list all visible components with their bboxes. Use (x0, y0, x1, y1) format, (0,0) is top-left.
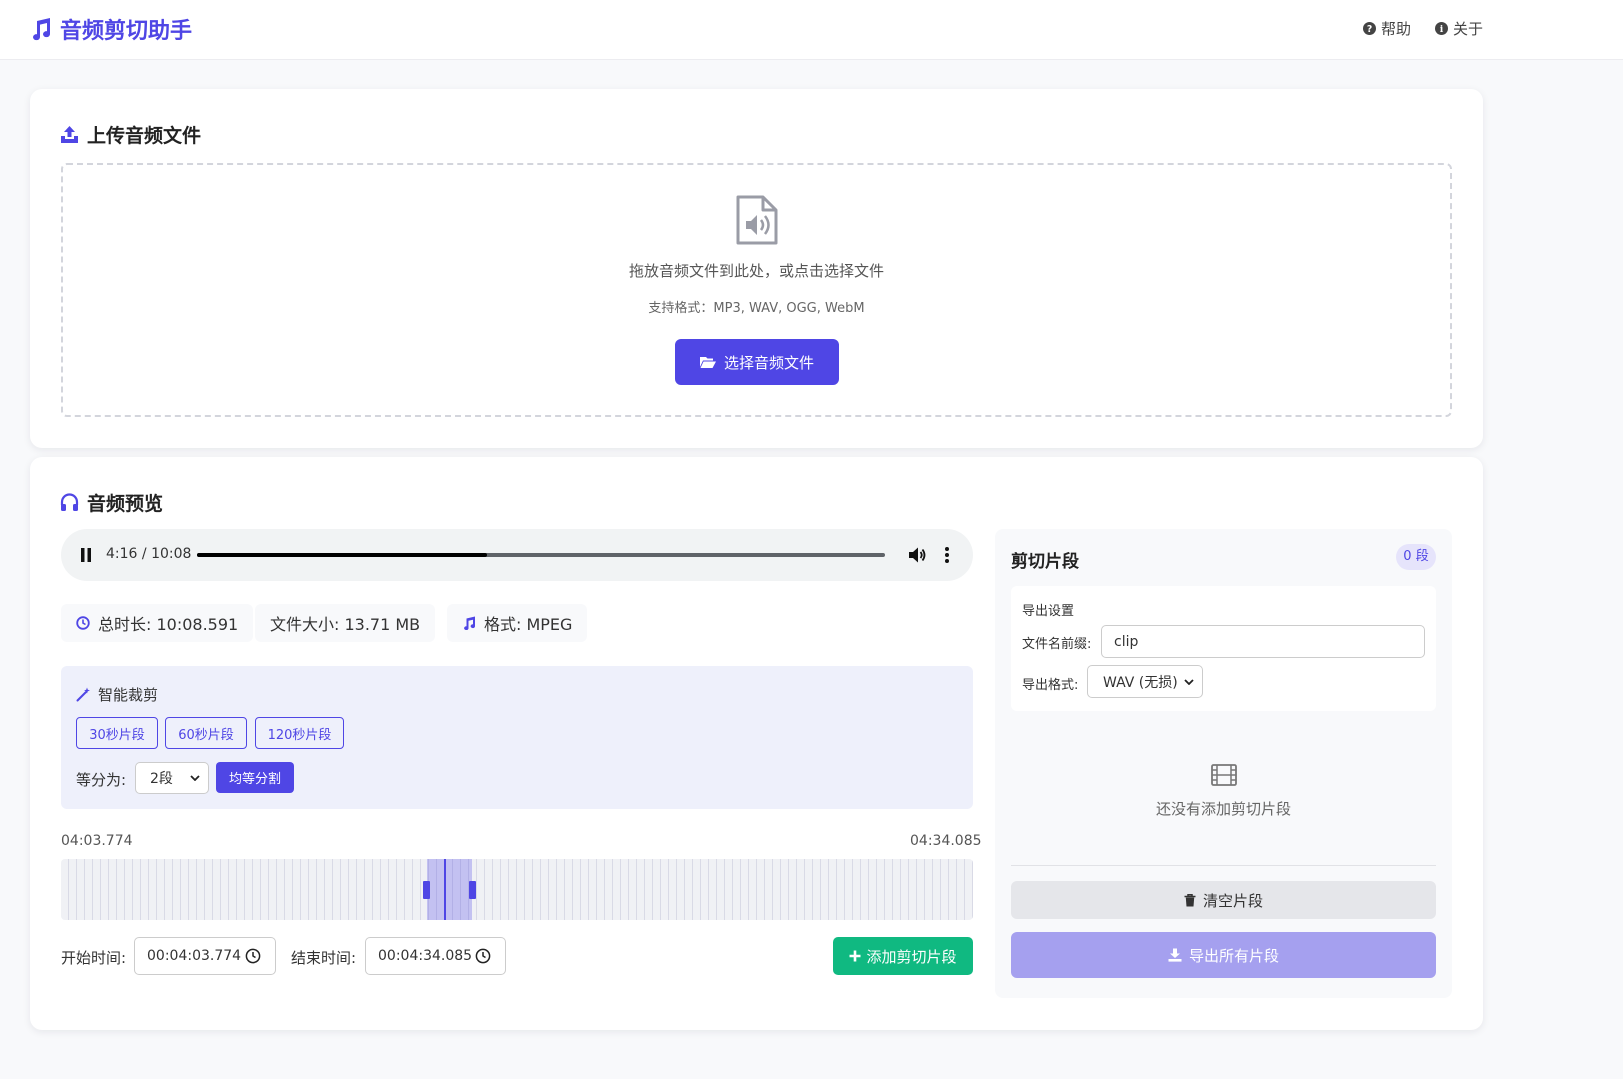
filesize-chip: 文件大小: 13.71 MB (255, 604, 436, 642)
nav-about-link[interactable]: i 关于 (1435, 18, 1483, 39)
audio-player: 4:16 / 10:08 (61, 529, 973, 581)
split-count-value: 2段 (150, 771, 173, 787)
headphones-icon (60, 493, 79, 511)
upload-icon (61, 126, 78, 143)
clock-icon (76, 616, 90, 630)
start-time-label: 开始时间: (61, 949, 127, 967)
export-settings-title: 导出设置 (1022, 604, 1075, 619)
selection-start-handle[interactable] (423, 881, 430, 899)
clip-count-badge: 0 段 (1396, 544, 1436, 570)
preview-title-text: 音频预览 (87, 493, 164, 515)
waveform-timeline[interactable] (61, 859, 973, 920)
supported-formats-text: 支持格式：MP3, WAV, OGG, WebM (648, 301, 865, 316)
svg-text:?: ? (1367, 24, 1372, 35)
clear-clips-button[interactable]: 清空片段 (1011, 881, 1436, 919)
player-current-time: 4:16 (106, 546, 138, 562)
start-time-input[interactable]: 00:04:03.774 (134, 937, 276, 975)
export-format-select[interactable]: WAV (无损) (1087, 665, 1203, 698)
nav-help-link[interactable]: ? 帮助 (1363, 18, 1411, 39)
range-start-label: 04:03.774 (61, 833, 133, 849)
download-icon (1168, 948, 1182, 962)
clips-title: 剪切片段 (1011, 552, 1079, 572)
film-icon (1211, 764, 1237, 786)
add-clip-label: 添加剪切片段 (866, 947, 957, 966)
player-progress-fill (197, 553, 487, 557)
panel-divider (1011, 865, 1436, 866)
player-progress-track[interactable] (197, 553, 885, 557)
choose-file-label: 选择音频文件 (723, 353, 814, 372)
nav-about-label: 关于 (1453, 20, 1484, 38)
chevron-down-icon (1184, 678, 1194, 685)
export-format-value: WAV (无损) (1103, 674, 1178, 691)
volume-icon[interactable] (908, 546, 926, 564)
format-text: 格式: MPEG (484, 615, 573, 634)
folder-open-icon (699, 357, 716, 368)
question-circle-icon: ? (1363, 22, 1376, 35)
export-format-label: 导出格式: (1022, 678, 1079, 693)
audio-file-icon (736, 195, 778, 245)
clock-icon[interactable] (475, 948, 491, 964)
clear-clips-label: 清空片段 (1202, 891, 1263, 910)
preview-card-title: 音频预览 (60, 489, 163, 516)
selection-end-handle[interactable] (469, 881, 476, 899)
equal-split-button[interactable]: 均等分割 (216, 762, 294, 793)
smart-cut-title-text: 智能裁剪 (98, 686, 159, 704)
top-nav: ? 帮助 i 关于 (1363, 18, 1483, 39)
drop-zone-text: 拖放音频文件到此处，或点击选择文件 (628, 262, 884, 280)
export-settings: 导出设置 文件名前缀: clip 导出格式: WAV (无损) (1011, 586, 1436, 711)
split-count-select[interactable]: 2段 (135, 762, 209, 794)
drop-zone[interactable]: 拖放音频文件到此处，或点击选择文件 支持格式：MP3, WAV, OGG, We… (61, 163, 1452, 417)
start-time-value: 00:04:03.774 (147, 948, 242, 964)
prefix-value: clip (1114, 633, 1139, 650)
nav-help-label: 帮助 (1381, 20, 1412, 38)
smart-cut-panel: 智能裁剪 30秒片段 60秒片段 120秒片段 等分为: 2段 均等分割 (61, 666, 973, 809)
clips-panel: 剪切片段 0 段 导出设置 文件名前缀: clip 导出格式: WAV (无损)… (995, 529, 1452, 998)
filesize-text: 文件大小: 13.71 MB (270, 615, 421, 634)
upload-card: 上传音频文件 拖放音频文件到此处，或点击选择文件 支持格式：MP3, WAV, … (30, 89, 1483, 448)
upload-card-title: 上传音频文件 (60, 121, 201, 148)
music-note-icon (464, 616, 476, 630)
playhead-cursor[interactable] (444, 859, 446, 920)
split-label: 等分为: (76, 771, 127, 789)
export-all-label: 导出所有片段 (1188, 946, 1279, 965)
preset-60s-button[interactable]: 60秒片段 (165, 717, 247, 749)
choose-file-button[interactable]: 选择音频文件 (675, 339, 839, 385)
player-time: 4:16 / 10:08 (106, 546, 192, 562)
preset-120s-button[interactable]: 120秒片段 (255, 717, 344, 749)
add-clip-button[interactable]: 添加剪切片段 (833, 937, 973, 975)
app-brand[interactable]: 音频剪切助手 (30, 13, 192, 45)
more-options-icon[interactable] (942, 546, 952, 564)
end-time-label: 结束时间: (291, 949, 357, 967)
player-duration: 10:08 (151, 546, 192, 562)
svg-text:i: i (1440, 24, 1444, 35)
range-end-label: 04:34.085 (910, 833, 982, 849)
info-circle-icon: i (1435, 22, 1449, 35)
top-bar: 音频剪切助手 ? 帮助 i 关于 (0, 0, 1623, 60)
prefix-label: 文件名前缀: (1022, 637, 1092, 652)
preview-card: 音频预览 4:16 / 10:08 总时长: 10:08.591 文件大小: 1… (30, 457, 1483, 1030)
duration-chip: 总时长: 10:08.591 (61, 604, 254, 642)
prefix-input[interactable]: clip (1101, 625, 1425, 658)
empty-clips-text: 还没有添加剪切片段 (1155, 800, 1291, 818)
pause-icon[interactable] (80, 548, 92, 562)
smart-cut-title: 智能裁剪 (76, 684, 158, 705)
export-all-button[interactable]: 导出所有片段 (1011, 932, 1436, 978)
clock-icon[interactable] (245, 948, 261, 964)
trash-icon (1184, 893, 1196, 906)
end-time-input[interactable]: 00:04:34.085 (365, 937, 506, 975)
timeline-selection[interactable] (427, 859, 472, 920)
upload-title-text: 上传音频文件 (87, 125, 202, 147)
plus-icon (849, 950, 861, 962)
format-chip: 格式: MPEG (447, 604, 588, 642)
music-note-icon (33, 18, 51, 41)
preset-30s-button[interactable]: 30秒片段 (76, 717, 158, 749)
chevron-down-icon (190, 775, 200, 781)
duration-text: 总时长: 10:08.591 (98, 615, 239, 634)
end-time-value: 00:04:34.085 (378, 948, 473, 964)
app-title: 音频剪切助手 (60, 19, 193, 44)
magic-wand-icon (76, 687, 90, 702)
